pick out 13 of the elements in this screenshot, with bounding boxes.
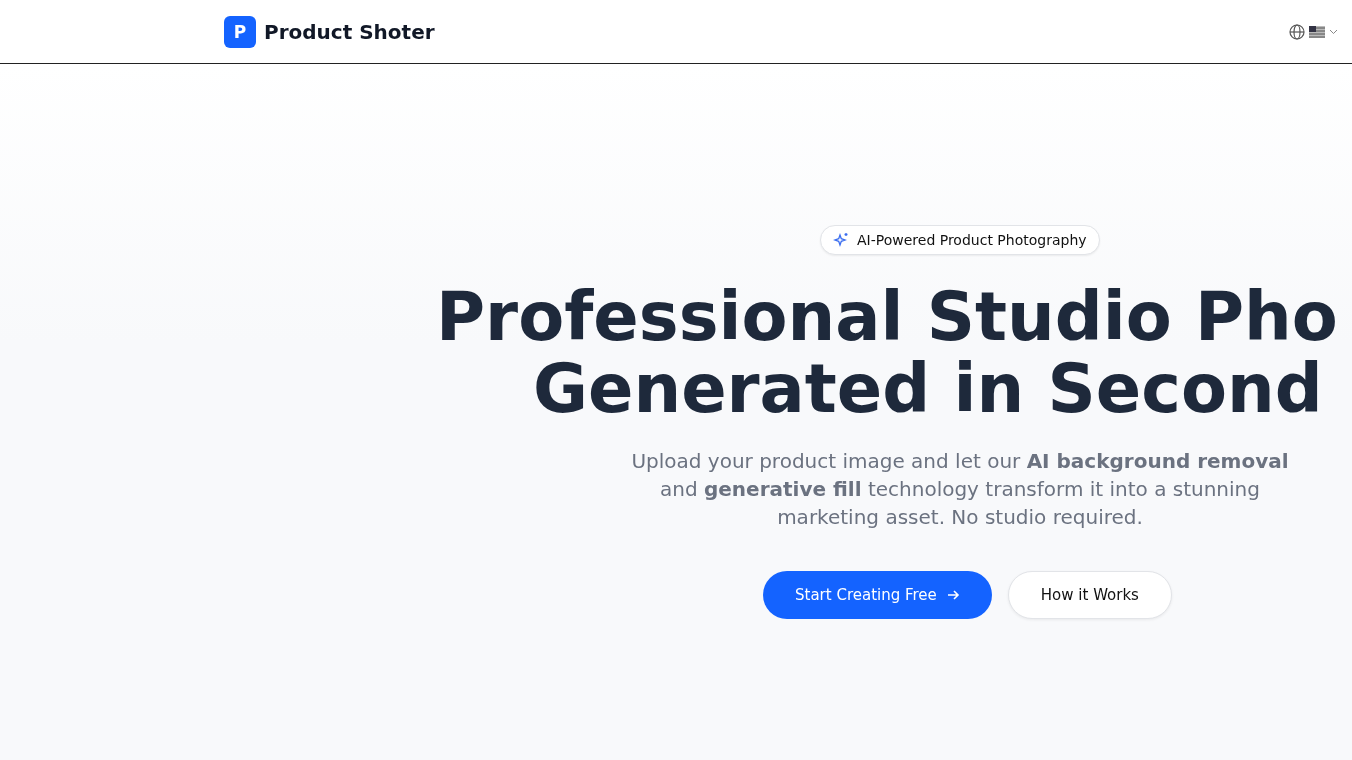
start-button[interactable]: Start Creating Free (763, 571, 992, 619)
logo-icon: P (224, 15, 256, 48)
hero-title-line: Professional Studio Pho (436, 281, 1338, 353)
sparkle-icon (833, 232, 849, 248)
globe-icon[interactable] (1289, 23, 1305, 40)
hero-subtitle: Upload your product image and let our AI background removal and generative fill technology transform it into a stunning marketing asset. No studio required. (630, 448, 1290, 531)
flag-icon[interactable] (1309, 25, 1325, 38)
chevron-down-icon[interactable] (1329, 28, 1338, 35)
how-it-works-button[interactable]: How it Works (1007, 571, 1172, 619)
arrow-right-icon (946, 589, 960, 601)
hero-title-line: Generated in Second (533, 353, 1323, 425)
badge-text: AI-Powered Product Photography (857, 232, 1087, 248)
brand-name: Product Shoter (264, 19, 435, 44)
